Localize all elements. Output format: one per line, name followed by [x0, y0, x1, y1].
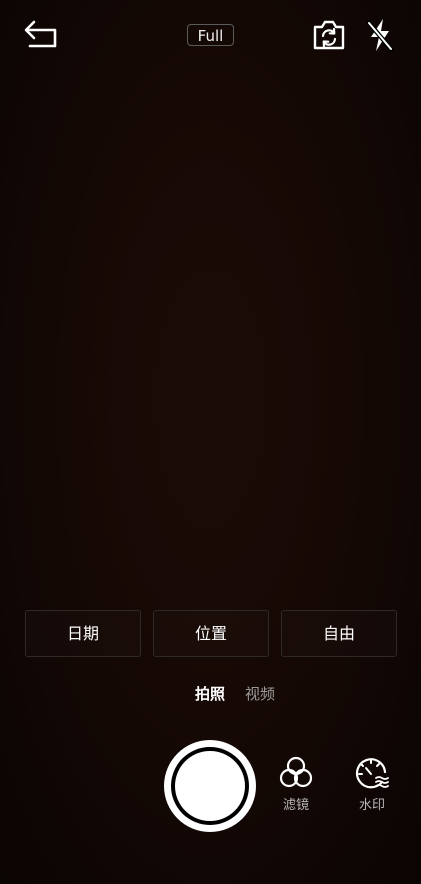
- filter-button[interactable]: 滤镜: [270, 754, 322, 813]
- watermark-label: 水印: [358, 798, 385, 813]
- option-location-button[interactable]: 位置: [153, 610, 269, 657]
- flash-button[interactable]: [364, 16, 396, 54]
- watermark-options: 日期 位置 自由: [25, 610, 397, 657]
- watermark-button[interactable]: 水印: [346, 754, 398, 813]
- mode-photo-tab[interactable]: 拍照: [195, 682, 225, 706]
- filter-label: 滤镜: [282, 798, 309, 813]
- switch-camera-button[interactable]: [310, 18, 348, 52]
- filter-icon: [279, 756, 313, 788]
- option-date-button[interactable]: 日期: [25, 610, 141, 657]
- camera-screen: Full 日期 位置 自由 拍照 视频 滤镜 水印: [0, 0, 421, 884]
- back-button[interactable]: [22, 16, 62, 52]
- shutter-button[interactable]: [164, 740, 256, 832]
- option-free-button[interactable]: 自由: [281, 610, 397, 657]
- mode-switcher: 拍照 视频: [0, 682, 421, 706]
- back-arrow-icon: [24, 20, 57, 48]
- shutter-core: [175, 751, 245, 821]
- switch-camera-icon: [313, 20, 345, 50]
- flash-off-icon: [366, 19, 394, 52]
- watermark-icon: [355, 758, 389, 789]
- mode-video-tab[interactable]: 视频: [245, 682, 275, 706]
- aspect-ratio-button[interactable]: Full: [187, 24, 234, 46]
- top-bar: Full: [0, 0, 421, 70]
